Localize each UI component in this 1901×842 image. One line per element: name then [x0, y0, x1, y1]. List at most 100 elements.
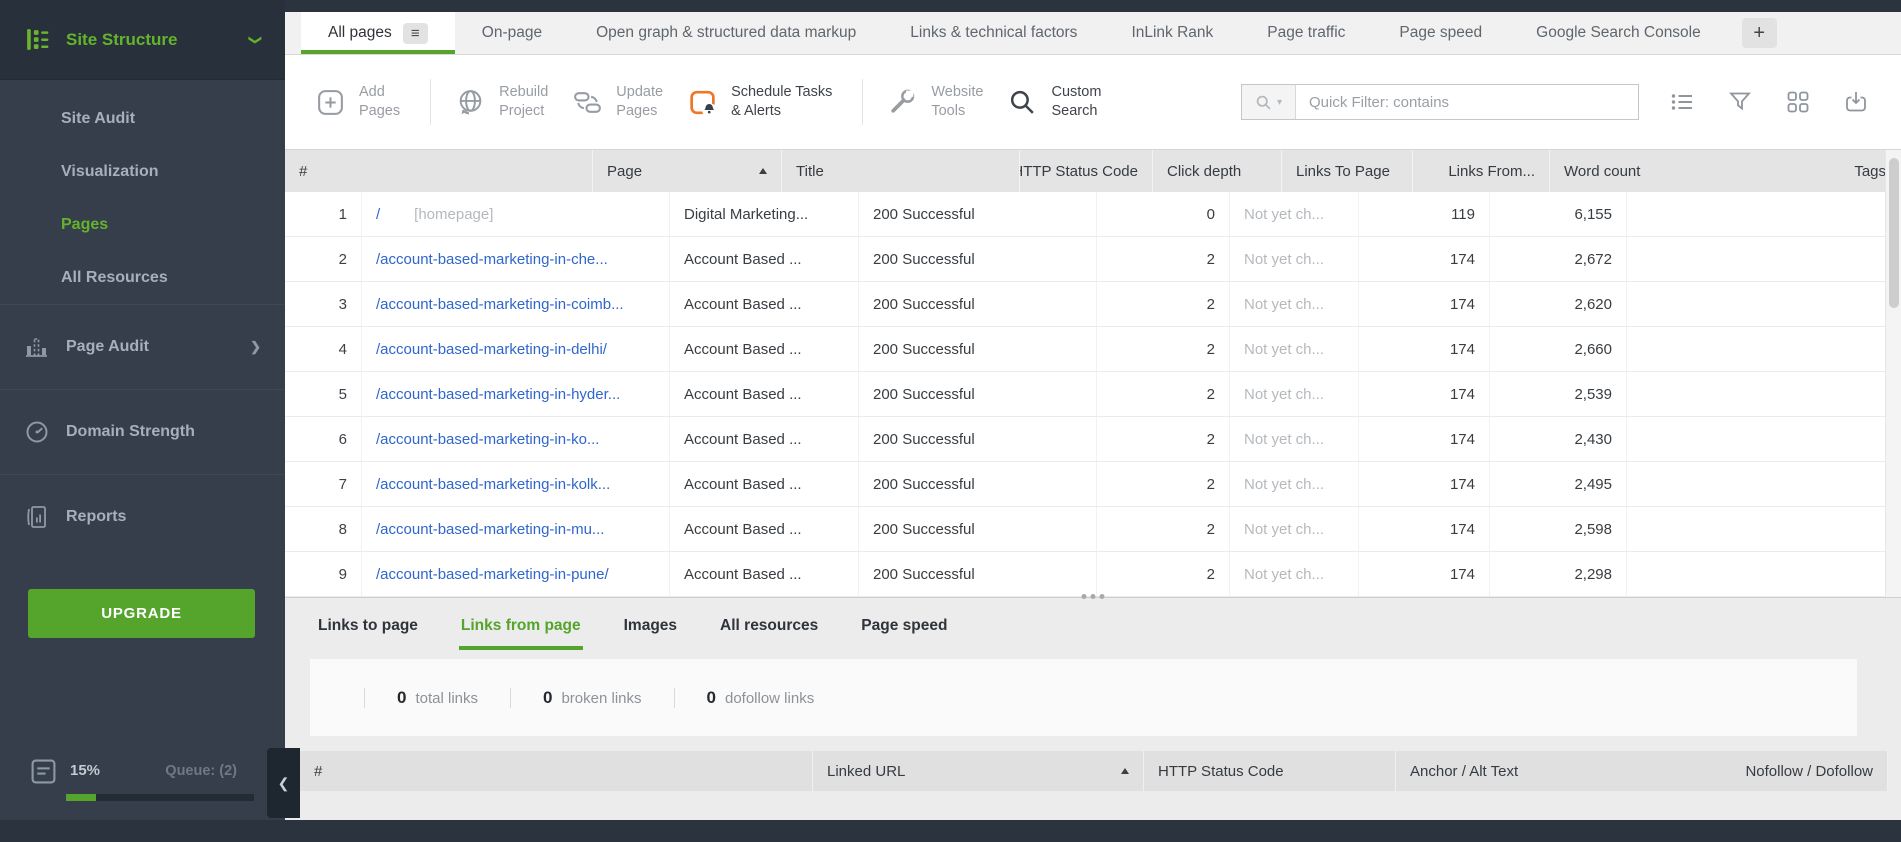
column-header[interactable]: Links From... — [1413, 150, 1550, 192]
column-header[interactable]: # — [285, 150, 593, 192]
column-header[interactable]: Title — [782, 150, 1020, 192]
links-to-page-cell: Not yet ch... — [1230, 552, 1359, 596]
table-row[interactable]: 8 /account-based-marketing-in-mu... Acco… — [285, 507, 1901, 552]
word-count-cell: 2,660 — [1490, 327, 1627, 371]
column-header[interactable]: # — [300, 751, 813, 791]
sidebar-item[interactable]: Visualization — [0, 145, 285, 198]
sidebar-section-domain-strength[interactable]: Domain Strength — [0, 389, 285, 474]
add-pages-button[interactable]: Add Pages — [315, 83, 400, 121]
word-count-cell: 2,495 — [1490, 462, 1627, 506]
links-from-cell: 174 — [1359, 282, 1490, 326]
tags-cell — [1627, 282, 1901, 326]
details-panel-tab[interactable]: Links to page — [318, 617, 418, 635]
grid-view-icon[interactable] — [1785, 89, 1811, 115]
column-header-label: Title — [796, 162, 824, 180]
details-panel-tab[interactable]: All resources — [720, 617, 818, 635]
links-to-page-cell: Not yet ch... — [1230, 507, 1359, 551]
download-icon[interactable] — [1843, 89, 1869, 115]
quick-filter-scope-button[interactable]: ▾ — [1242, 85, 1296, 119]
column-header[interactable]: Links To Page — [1282, 150, 1413, 192]
column-header[interactable]: Word count — [1550, 150, 1840, 192]
sidebar-header-site-structure[interactable]: Site Structure ❯ — [0, 0, 285, 80]
add-tab-button[interactable]: + — [1741, 18, 1777, 48]
workspace-tab-label: Page traffic — [1267, 24, 1346, 41]
page-link[interactable]: /account-based-marketing-in-ko... — [376, 431, 599, 448]
links-from-cell: 174 — [1359, 507, 1490, 551]
details-panel-tab[interactable]: Page speed — [861, 617, 947, 635]
update-pages-button[interactable]: Update Pages — [572, 83, 663, 121]
workspace-tab[interactable]: On-page ≡ — [455, 12, 569, 54]
upgrade-button[interactable]: UPGRADE — [28, 589, 255, 638]
workspace-tab[interactable]: All pages ≡ — [301, 12, 455, 54]
schedule-tasks-button[interactable]: Schedule Tasks & Alerts — [687, 83, 832, 121]
main-content: All pages ≡ On-page ≡ Open graph & struc… — [285, 0, 1901, 820]
quick-filter-input[interactable] — [1296, 85, 1638, 119]
tags-cell — [1627, 462, 1901, 506]
page-link[interactable]: /account-based-marketing-in-mu... — [376, 521, 604, 538]
column-header[interactable]: Click depth — [1153, 150, 1282, 192]
column-header[interactable]: Page — [593, 150, 782, 192]
workspace-tab[interactable]: Page speed ≡ — [1372, 12, 1509, 54]
table-row[interactable]: 4 /account-based-marketing-in-delhi/ Acc… — [285, 327, 1901, 372]
column-header[interactable]: HTTP Status Code — [1020, 150, 1153, 192]
rebuild-project-button[interactable]: Rebuild Project — [455, 83, 548, 121]
table-row[interactable]: 3 /account-based-marketing-in-coimb... A… — [285, 282, 1901, 327]
sidebar-item[interactable]: All Resources — [0, 251, 285, 304]
custom-search-button[interactable]: Custom Search — [1007, 83, 1101, 121]
column-header[interactable]: HTTP Status Code — [1144, 751, 1396, 791]
stat-label: dofollow links — [724, 689, 815, 707]
click-depth-cell: 0 — [1097, 192, 1230, 236]
page-link[interactable]: /account-based-marketing-in-hyder... — [376, 386, 620, 403]
sidebar-section-reports[interactable]: Reports — [0, 474, 285, 559]
column-header[interactable]: Anchor / Alt Text — [1396, 751, 1731, 791]
rebuild-project-icon — [459, 89, 482, 114]
workspace-tab-label: All pages — [328, 24, 392, 41]
sidebar-item[interactable]: Pages — [0, 198, 285, 251]
details-panel-tab[interactable]: Links from page — [458, 617, 583, 650]
tab-menu-icon[interactable]: ≡ — [402, 22, 428, 44]
workspace-tab[interactable]: InLink Rank ≡ — [1104, 12, 1240, 54]
http-status-cell: 200 Successful — [859, 282, 1097, 326]
list-view-icon[interactable] — [1669, 89, 1695, 115]
workspace-tab[interactable]: Page traffic ≡ — [1240, 12, 1372, 54]
crawl-status: 15% Queue: (2) — [0, 750, 285, 820]
website-tools-icon — [891, 89, 915, 113]
page-cell: /account-based-marketing-in-kolk... — [362, 462, 670, 506]
table-row[interactable]: 2 /account-based-marketing-in-che... Acc… — [285, 237, 1901, 282]
column-header[interactable]: Linked URL — [813, 751, 1144, 791]
workspace-tab[interactable]: Google Search Console ≡ — [1509, 12, 1728, 54]
page-link[interactable]: /account-based-marketing-in-pune/ — [376, 566, 609, 583]
table-row[interactable]: 1 / [homepage] Digital Marketing... 200 … — [285, 192, 1901, 237]
column-header[interactable]: Nofollow / Dofollow — [1731, 751, 1888, 791]
title-cell: Digital Marketing... — [670, 192, 859, 236]
page-link[interactable]: /account-based-marketing-in-kolk... — [376, 476, 610, 493]
table-row[interactable]: 9 /account-based-marketing-in-pune/ Acco… — [285, 552, 1901, 597]
pages-table-header: # Page Title HTTP Status Code Click dept… — [285, 150, 1901, 192]
website-tools-button[interactable]: Website Tools — [887, 83, 983, 121]
crawl-log-icon[interactable] — [30, 758, 57, 785]
panel-resize-handle[interactable] — [1076, 592, 1111, 601]
workspace-tab-label: Links & technical factors — [910, 24, 1078, 41]
page-link[interactable]: /account-based-marketing-in-coimb... — [376, 296, 624, 313]
links-from-cell: 174 — [1359, 327, 1490, 371]
table-scrollbar[interactable] — [1885, 150, 1901, 597]
links-to-page-cell: Not yet ch... — [1230, 192, 1359, 236]
workspace-tab[interactable]: Links & technical factors ≡ — [883, 12, 1104, 54]
page-link[interactable]: /account-based-marketing-in-che... — [376, 251, 608, 268]
details-panel-tab[interactable]: Images — [624, 617, 677, 635]
sidebar-section-label: Page Audit — [66, 338, 149, 355]
table-row[interactable]: 6 /account-based-marketing-in-ko... Acco… — [285, 417, 1901, 462]
column-header-label: Page — [607, 162, 643, 180]
page-link[interactable]: /account-based-marketing-in-delhi/ — [376, 341, 607, 358]
table-row[interactable]: 7 /account-based-marketing-in-kolk... Ac… — [285, 462, 1901, 507]
filter-funnel-icon[interactable] — [1727, 89, 1753, 115]
table-scrollbar-thumb[interactable] — [1889, 158, 1899, 308]
title-cell: Account Based ... — [670, 507, 859, 551]
links-from-cell: 174 — [1359, 237, 1490, 281]
page-link[interactable]: / — [376, 206, 380, 223]
sidebar-section-page-audit[interactable]: Page Audit ❯ — [0, 304, 285, 389]
sidebar-item[interactable]: Site Audit — [0, 92, 285, 145]
table-row[interactable]: 5 /account-based-marketing-in-hyder... A… — [285, 372, 1901, 417]
sidebar-collapse-handle[interactable]: ❮ — [267, 748, 300, 818]
workspace-tab[interactable]: Open graph & structured data markup ≡ — [569, 12, 883, 54]
